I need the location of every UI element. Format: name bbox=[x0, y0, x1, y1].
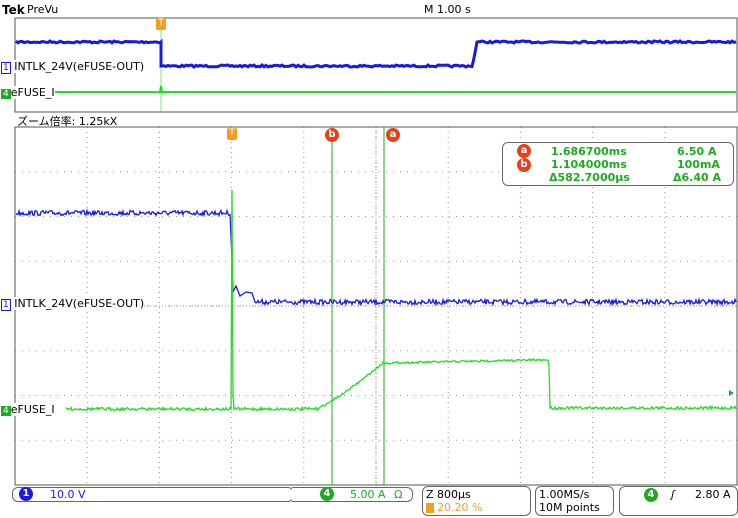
cursor-b-value: 100mA bbox=[677, 158, 720, 171]
cursor-b-time: 1.104000ms bbox=[551, 158, 627, 171]
ch4-scale-box[interactable]: 4 5.00 A Ω bbox=[292, 487, 413, 502]
trigger-pos-icon bbox=[426, 503, 434, 513]
ch1-badge: 1 bbox=[19, 487, 33, 501]
zoom-factor-label: ズーム倍率: 1.25kX bbox=[17, 115, 118, 128]
trigger-channel-badge: 4 bbox=[644, 488, 658, 502]
ch1-label: 1 INTLK_24V(eFUSE-OUT) bbox=[1, 297, 145, 311]
cursor-delta-time: Δ582.7000µs bbox=[549, 171, 630, 184]
overview-ch4-trace bbox=[16, 85, 736, 93]
record-length: 10M points bbox=[539, 501, 600, 514]
brand-logo: Tek bbox=[2, 3, 25, 17]
trigger-level: 2.80 A bbox=[695, 488, 731, 501]
ch4-coupling: Ω bbox=[394, 488, 403, 501]
cursor-a-icon[interactable]: a bbox=[386, 128, 400, 142]
scope-display bbox=[14, 17, 738, 486]
ch4-scale: 5.00 A bbox=[350, 488, 386, 501]
ch1-scale-box[interactable]: 1 10.0 V bbox=[12, 487, 294, 502]
trigger-position: 20.20 % bbox=[437, 501, 483, 514]
overview-ch1-label: 1 INTLK_24V(eFUSE-OUT) bbox=[1, 60, 145, 74]
ch4-badge: 4 bbox=[320, 487, 334, 501]
cursor-a-value: 6.50 A bbox=[677, 145, 717, 158]
cursor-b-badge: b bbox=[517, 158, 531, 172]
timebase-label: M 1.00 s bbox=[424, 3, 471, 16]
zoom-timebase: Z 800µs bbox=[426, 488, 471, 501]
cursor-delta-value: Δ6.40 A bbox=[673, 171, 721, 184]
ch1-scale: 10.0 V bbox=[50, 488, 86, 501]
cursor-readout: a 1.686700ms 6.50 A b 1.104000ms 100mA Δ… bbox=[502, 142, 734, 186]
rising-edge-icon: ʃ bbox=[671, 488, 675, 501]
overview-trigger-icon: T bbox=[156, 18, 166, 30]
cursor-b-icon[interactable]: b bbox=[325, 128, 339, 142]
acquisition-box[interactable]: 1.00MS/s 10M points bbox=[535, 486, 614, 516]
cursor-a-badge: a bbox=[517, 144, 531, 158]
horizontal-box[interactable]: Z 800µs 20.20 % bbox=[422, 486, 531, 516]
trigger-position-icon[interactable]: T bbox=[227, 128, 237, 140]
cursor-a-time: 1.686700ms bbox=[551, 145, 627, 158]
trigger-level-marker bbox=[729, 390, 734, 396]
overview-ch4-label: 4 eFUSE_I bbox=[1, 86, 55, 99]
ch4-label: 4 eFUSE_I bbox=[1, 403, 55, 416]
trigger-box[interactable]: 4 ʃ 2.80 A bbox=[619, 486, 738, 516]
mode-label: PreVu bbox=[27, 3, 59, 16]
sample-rate: 1.00MS/s bbox=[539, 488, 590, 501]
